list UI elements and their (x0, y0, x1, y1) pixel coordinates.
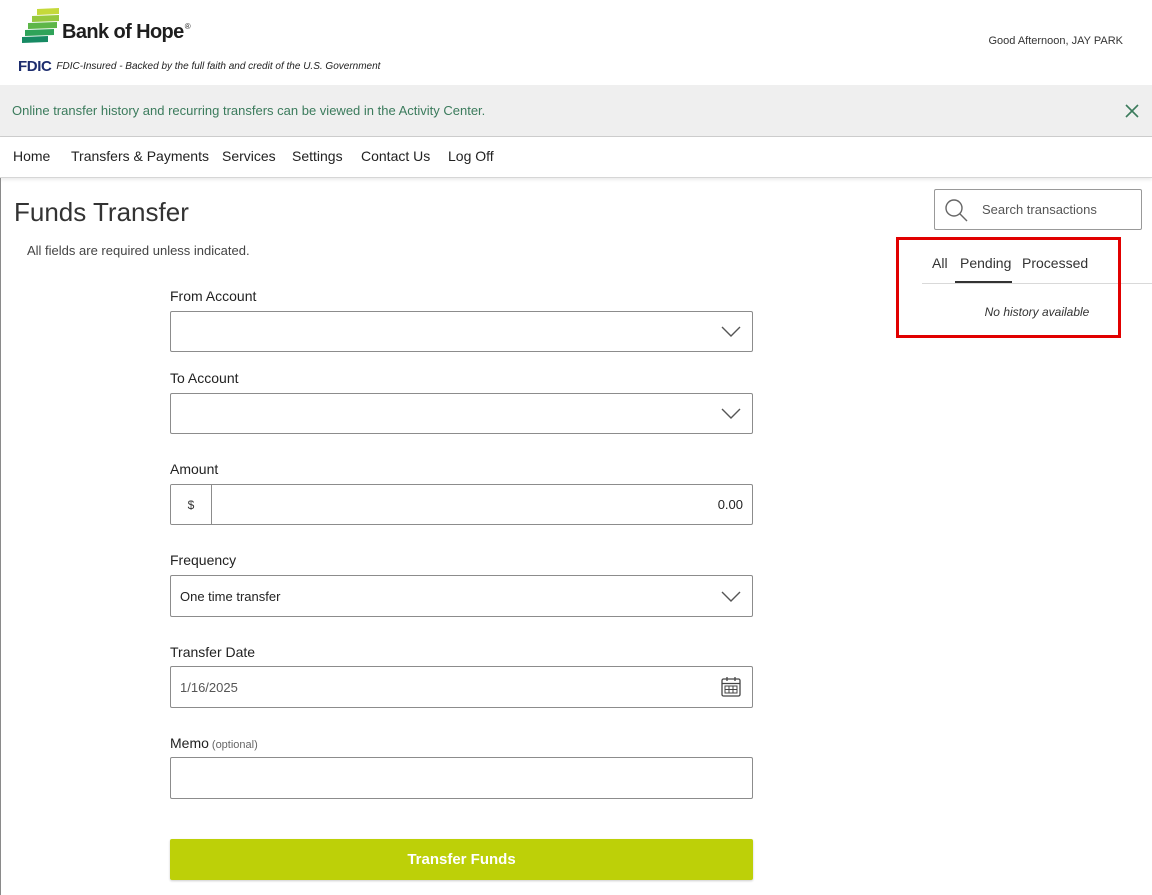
tab-pending[interactable]: Pending (960, 255, 1011, 271)
bank-of-hope-logo-icon (22, 8, 59, 43)
from-account-select[interactable] (170, 311, 753, 352)
highlight-box (896, 237, 1121, 338)
memo-input[interactable] (171, 758, 752, 798)
page-title: Funds Transfer (14, 197, 189, 227)
memo-label-text: Memo (170, 735, 209, 751)
frequency-value: One time transfer (180, 589, 281, 604)
fdic-text: FDIC-Insured - Backed by the full faith … (56, 61, 381, 72)
amount-input[interactable] (212, 485, 752, 524)
memo-field (170, 757, 753, 799)
nav-item-transfers-payments[interactable]: Transfers & Payments (71, 148, 209, 164)
nav-item-services[interactable]: Services (222, 148, 276, 164)
optional-tag: (optional) (211, 739, 258, 751)
chevron-down-icon (721, 408, 741, 419)
amount-label: Amount (170, 461, 219, 477)
from-account-label: From Account (170, 288, 257, 304)
tab-processed[interactable]: Processed (1022, 255, 1088, 271)
empty-history-message: No history available (984, 305, 1090, 319)
info-banner: Online transfer history and recurring tr… (0, 85, 1152, 137)
frequency-select[interactable]: One time transfer (170, 575, 753, 617)
nav-item-settings[interactable]: Settings (292, 148, 343, 164)
left-border (0, 178, 1, 895)
search-transactions-box (934, 189, 1142, 230)
to-account-select[interactable] (170, 393, 753, 434)
transfer-date-input[interactable] (171, 667, 712, 707)
chevron-down-icon (721, 591, 741, 602)
nav-item-contact-us[interactable]: Contact Us (361, 148, 430, 164)
to-account-label: To Account (170, 370, 239, 386)
search-transactions-input[interactable] (982, 190, 1135, 229)
banner-message: Online transfer history and recurring tr… (12, 103, 486, 118)
close-icon (1125, 104, 1139, 118)
calendar-icon[interactable] (721, 676, 741, 698)
chevron-down-icon (721, 326, 741, 337)
bank-name-text: Bank of Hope (62, 21, 184, 43)
tab-all[interactable]: All (932, 255, 948, 271)
search-icon (945, 199, 968, 222)
currency-prefix: $ (171, 485, 212, 524)
nav-item-log-off[interactable]: Log Off (448, 148, 494, 164)
funds-transfer-page: Bank of Hope® FDIC FDIC-Insured - Backed… (0, 0, 1152, 895)
nav-item-home[interactable]: Home (13, 148, 50, 164)
fdic-mark: FDIC (18, 58, 52, 75)
registered-mark: ® (184, 22, 191, 31)
memo-label: Memo (optional) (170, 735, 258, 753)
tabs-divider (922, 283, 1152, 284)
amount-field-group: $ (170, 484, 753, 525)
main-nav: Home Transfers & Payments Services Setti… (0, 137, 1152, 178)
banner-close-button[interactable] (1124, 103, 1140, 119)
fdic-notice: FDIC FDIC-Insured - Backed by the full f… (18, 58, 380, 75)
transfer-funds-button[interactable]: Transfer Funds (170, 839, 753, 880)
transfer-date-label: Transfer Date (170, 644, 256, 660)
bank-name: Bank of Hope® (62, 21, 191, 47)
frequency-label: Frequency (170, 552, 237, 568)
user-greeting: Good Afternoon, JAY PARK (988, 35, 1123, 47)
transfer-date-field (170, 666, 753, 708)
required-fields-note: All fields are required unless indicated… (27, 243, 250, 258)
